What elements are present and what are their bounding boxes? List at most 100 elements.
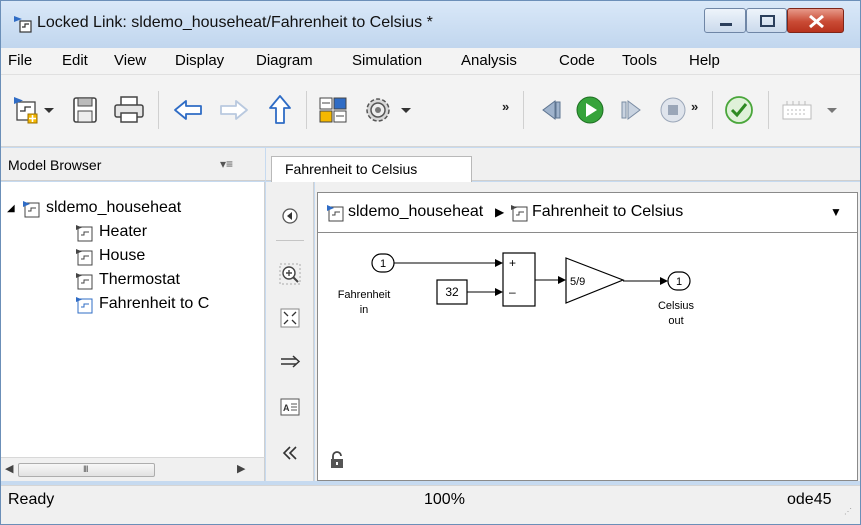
scroll-right-icon[interactable]: ▶	[237, 462, 245, 475]
print-icon	[114, 96, 144, 123]
settings-icon	[366, 98, 411, 122]
tab-fahrenheit-to-celsius[interactable]: Fahrenheit to Celsius	[271, 156, 472, 182]
subsystem-icon	[75, 224, 93, 242]
tree-item-label: Thermostat	[99, 271, 180, 288]
menu-simulation[interactable]: Simulation	[352, 52, 422, 69]
step-back-button[interactable]	[533, 93, 567, 127]
zoom-button[interactable]	[279, 263, 301, 285]
new-model-button[interactable]	[11, 93, 57, 127]
arrow-icon	[281, 355, 301, 368]
lock-icon	[330, 451, 344, 469]
fit-view-button[interactable]	[279, 307, 301, 329]
close-button[interactable]	[787, 8, 844, 33]
step-forward-icon	[621, 100, 641, 120]
library-browser-button[interactable]	[316, 93, 350, 127]
gain-block[interactable]: 5/9	[565, 257, 625, 304]
menu-code[interactable]: Code	[559, 52, 595, 69]
panel-menu-icon[interactable]: ▾≡	[220, 157, 233, 171]
up-icon	[269, 95, 291, 124]
block-diagram[interactable]: 1 Fahrenheit in 32 + – 5/9 1 Celsius out	[318, 234, 857, 480]
breadcrumb-model[interactable]: sldemo_househeat	[348, 203, 483, 221]
stop-button[interactable]	[656, 93, 690, 127]
arrow-button[interactable]	[279, 351, 301, 373]
editor-tabstrip: Fahrenheit to Celsius	[266, 148, 860, 182]
inport-label-line2: in	[360, 304, 369, 316]
model-icon	[326, 204, 344, 222]
solver-name[interactable]: ode45	[787, 491, 832, 509]
grid-icon	[782, 101, 837, 120]
new-model-icon	[14, 97, 54, 124]
scroll-grip: III	[83, 464, 88, 474]
hide-browser-button[interactable]	[279, 205, 301, 227]
model-browser-header: Model Browser ▾≡	[1, 148, 265, 181]
outport-label-line2: out	[668, 315, 683, 327]
forward-icon	[220, 100, 248, 120]
collapse-arrow-icon[interactable]: ◢	[7, 203, 15, 214]
subsystem-icon	[75, 248, 93, 266]
print-button[interactable]	[112, 93, 146, 127]
menu-help[interactable]: Help	[689, 52, 720, 69]
sum-block[interactable]: + –	[502, 252, 536, 307]
model-browser-title: Model Browser	[8, 157, 102, 173]
menu-bar: File Edit View Display Diagram Simulatio…	[1, 48, 860, 75]
maximize-button[interactable]	[746, 8, 787, 33]
constant-block[interactable]: 32	[436, 279, 468, 305]
step-back-icon	[542, 100, 561, 120]
grid-button[interactable]	[779, 93, 857, 127]
back-button[interactable]	[171, 93, 205, 127]
status-text: Ready	[8, 491, 55, 508]
model-canvas[interactable]: sldemo_househeat ▶ Fahrenheit to Celsius…	[317, 192, 858, 481]
resize-grip-icon[interactable]: ⋰	[844, 507, 852, 516]
breadcrumb-subsystem[interactable]: Fahrenheit to Celsius	[532, 203, 683, 221]
annotation-icon: A	[280, 398, 300, 416]
menu-edit[interactable]: Edit	[62, 52, 88, 69]
zoom-icon	[279, 263, 301, 285]
menu-view[interactable]: View	[114, 52, 146, 69]
annotation-button[interactable]: A	[279, 396, 301, 418]
menu-tools[interactable]: Tools	[622, 52, 657, 69]
menu-display[interactable]: Display	[175, 52, 224, 69]
menu-analysis[interactable]: Analysis	[461, 52, 517, 69]
save-button[interactable]	[69, 93, 99, 127]
back-icon	[174, 100, 202, 120]
toolbar-separator	[768, 91, 769, 129]
toolbar-overflow-1[interactable]: »	[502, 99, 509, 114]
svg-text:A: A	[283, 403, 290, 413]
linked-subsystem-icon	[75, 296, 93, 314]
breadcrumb-separator-icon: ▶	[495, 205, 505, 219]
toolbar: » »	[1, 75, 860, 147]
tree-horizontal-scrollbar[interactable]: ◀ III ▶	[1, 457, 265, 481]
fit-view-icon	[280, 308, 300, 328]
toolbar-overflow-2[interactable]: »	[691, 99, 698, 114]
outport-block[interactable]: 1	[667, 271, 691, 291]
simulink-window: Locked Link: sldemo_househeat/Fahrenheit…	[0, 0, 861, 525]
menu-diagram[interactable]: Diagram	[256, 52, 313, 69]
model-tree: ◢ sldemo_househeat Heater House Thermost…	[1, 182, 265, 457]
tree-item-label: sldemo_househeat	[46, 199, 182, 216]
up-button[interactable]	[263, 93, 297, 127]
collapse-palette-button[interactable]	[279, 442, 301, 464]
minimize-button[interactable]	[704, 8, 746, 33]
run-button[interactable]	[573, 93, 607, 127]
subsystem-icon	[510, 204, 528, 222]
step-forward-button[interactable]	[615, 93, 649, 127]
save-icon	[73, 97, 97, 123]
run-icon	[576, 96, 604, 124]
menu-file[interactable]: File	[8, 52, 32, 69]
forward-button[interactable]	[217, 93, 251, 127]
tree-item-label: House	[99, 247, 146, 264]
toolbar-separator	[158, 91, 159, 129]
scroll-thumb[interactable]: III	[18, 463, 155, 477]
palette-divider	[276, 240, 304, 241]
model-settings-button[interactable]	[362, 93, 420, 127]
title-bar: Locked Link: sldemo_househeat/Fahrenheit…	[1, 1, 860, 48]
breadcrumb: sldemo_househeat ▶ Fahrenheit to Celsius…	[318, 193, 857, 233]
inport-block[interactable]: 1	[371, 253, 395, 273]
breadcrumb-dropdown-icon[interactable]: ▼	[830, 205, 842, 219]
scroll-left-icon[interactable]: ◀	[5, 462, 13, 475]
status-bar: Ready 100% ode45 ⋰	[1, 485, 860, 524]
zoom-level: 100%	[424, 491, 465, 508]
check-button[interactable]	[722, 93, 756, 127]
tree-item-label: Heater	[99, 223, 148, 240]
toolbar-separator	[523, 91, 524, 129]
